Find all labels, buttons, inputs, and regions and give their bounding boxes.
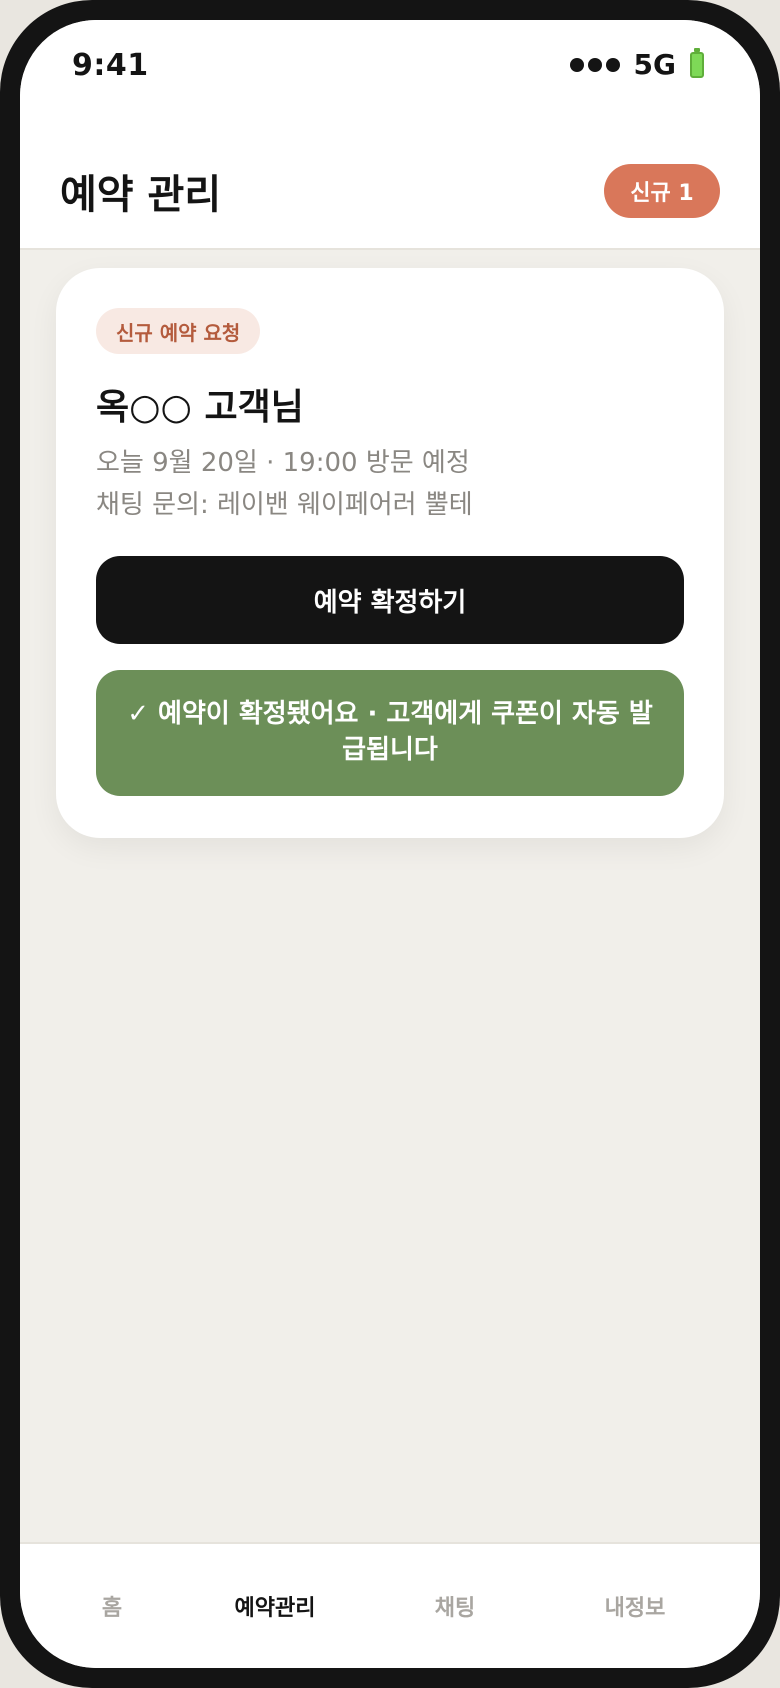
confirmation-success-banner: ✓ 예약이 확정됐어요 · 고객에게 쿠폰이 자동 발급됩니다 [96,670,684,796]
status-indicators: 5G [569,47,704,81]
chat-inquiry-info: 채팅 문의: 레이밴 웨이페어러 뿔테 [96,490,473,520]
customer-name: 옥○○ 고객님 [96,387,304,428]
visit-info: 오늘 9월 20일 · 19:00 방문 예정 [96,448,470,478]
status-time: 9:41 [72,48,149,83]
confirm-reservation-button[interactable]: 예약 확정하기 [96,556,684,644]
network-label: 5G [633,48,676,81]
battery-icon [690,47,704,78]
new-request-chip: 신규 예약 요청 [96,308,261,354]
tab-home[interactable]: 홈 [72,1590,152,1622]
signal-dots-icon [569,57,620,72]
tab-reservations[interactable]: 예약관리 [210,1590,340,1622]
status-bar: 9:41 5G [20,20,760,116]
app-screen: 9:41 5G 예약 관리 신규 1 신규 예약 요청 옥○○ 고객님 오늘 9… [20,20,760,1668]
page-title: 예약 관리 [60,172,222,218]
tab-chat[interactable]: 채팅 [410,1590,500,1622]
bottom-tab-bar: 홈 예약관리 채팅 내정보 [20,1542,760,1668]
app-header: 예약 관리 신규 1 [20,116,760,250]
new-request-badge[interactable]: 신규 1 [604,164,720,218]
tab-my-info[interactable]: 내정보 [580,1590,690,1622]
phone-frame: 9:41 5G 예약 관리 신규 1 신규 예약 요청 옥○○ 고객님 오늘 9… [0,0,780,1688]
reservation-card: 신규 예약 요청 옥○○ 고객님 오늘 9월 20일 · 19:00 방문 예정… [56,268,724,838]
